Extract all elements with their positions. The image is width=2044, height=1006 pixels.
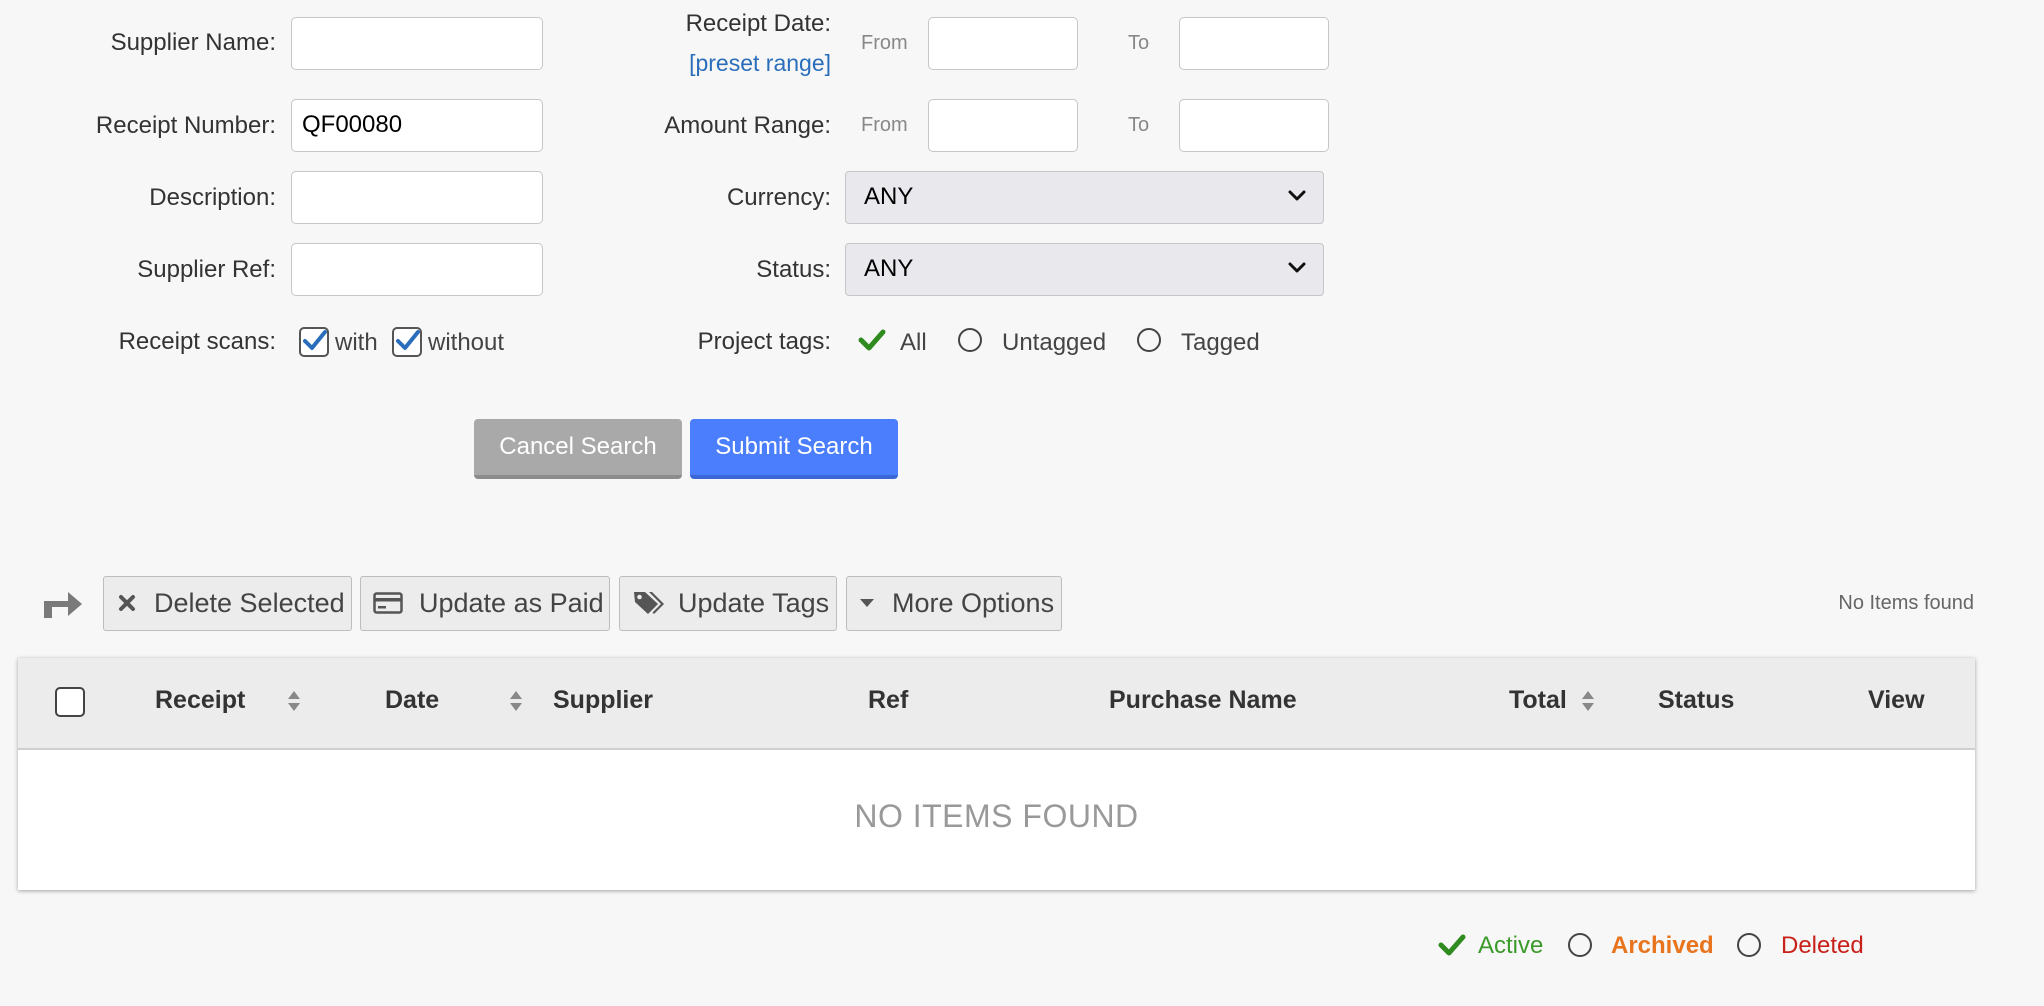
currency-label: Currency: — [726, 184, 831, 211]
status-selected-value: ANY — [864, 255, 914, 282]
column-header-receipt[interactable]: Receipt — [155, 686, 245, 715]
project-tags-tagged-radio[interactable] — [1137, 328, 1161, 352]
project-tags-untagged-radio[interactable] — [958, 328, 982, 352]
amount-range-label: Amount Range: — [664, 112, 831, 139]
supplier-ref-label: Supplier Ref: — [137, 256, 276, 283]
checkmark-icon — [303, 330, 327, 350]
column-header-status: Status — [1658, 686, 1735, 714]
receipt-scans-label: Receipt scans: — [118, 328, 276, 355]
chevron-down-icon — [1288, 190, 1306, 201]
amount-from-hint: From — [861, 114, 908, 136]
delete-selected-label: Delete Selected — [154, 588, 345, 618]
more-options-button[interactable]: More Options — [846, 576, 1062, 631]
receipt-date-to-hint: To — [1128, 32, 1150, 54]
tags-icon — [634, 592, 664, 614]
column-header-supplier: Supplier — [553, 686, 654, 714]
checkmark-icon — [396, 330, 420, 350]
status-label: Status: — [756, 256, 831, 283]
supplier-name-input[interactable] — [291, 17, 543, 70]
column-header-view: View — [1868, 686, 1925, 714]
receipt-date-from-hint: From — [861, 32, 908, 54]
currency-select[interactable]: ANY — [845, 171, 1324, 224]
update-as-paid-label: Update as Paid — [419, 588, 604, 618]
legend-deleted-label[interactable]: Deleted — [1781, 932, 1864, 960]
amount-to-input[interactable] — [1179, 99, 1329, 152]
update-tags-label: Update Tags — [678, 588, 830, 618]
update-tags-button[interactable]: Update Tags — [619, 576, 837, 631]
chevron-down-icon — [1288, 262, 1306, 273]
description-label: Description: — [149, 184, 276, 211]
legend-deleted-radio[interactable] — [1737, 933, 1761, 957]
description-input[interactable] — [291, 171, 543, 224]
receipt-scans-without-checkbox[interactable] — [392, 327, 422, 357]
preset-range-link[interactable]: [preset range] — [689, 50, 831, 77]
receipt-number-input[interactable]: QF00080 — [291, 99, 543, 152]
sort-icon[interactable] — [509, 690, 523, 712]
legend-active-label[interactable]: Active — [1478, 932, 1543, 960]
supplier-name-label: Supplier Name: — [110, 29, 276, 56]
sort-icon[interactable] — [287, 690, 301, 712]
credit-card-icon — [373, 592, 403, 614]
amount-to-hint: To — [1128, 114, 1150, 136]
delete-selected-button[interactable]: Delete Selected — [103, 576, 352, 631]
receipt-scans-without-label: without — [428, 329, 505, 356]
table-header: Receipt Date Supplier Ref Purchase Name … — [18, 658, 1975, 750]
column-header-purchase-name: Purchase Name — [1109, 686, 1297, 714]
caret-down-icon — [860, 599, 874, 607]
bulk-action-arrow-icon — [44, 592, 82, 618]
close-icon — [119, 595, 135, 611]
receipt-date-label: Receipt Date: — [685, 10, 831, 37]
empty-table-message: NO ITEMS FOUND — [854, 798, 1139, 834]
currency-selected-value: ANY — [864, 183, 914, 210]
project-tags-tagged-label: Tagged — [1181, 329, 1260, 356]
update-as-paid-button[interactable]: Update as Paid — [360, 576, 610, 631]
receipt-number-label: Receipt Number: — [95, 112, 276, 139]
project-tags-label: Project tags: — [697, 328, 831, 355]
more-options-label: More Options — [892, 588, 1055, 618]
project-tags-all-check-icon[interactable] — [858, 328, 886, 352]
project-tags-untagged-label: Untagged — [1002, 329, 1107, 356]
active-check-icon[interactable] — [1438, 933, 1466, 957]
select-all-checkbox[interactable] — [55, 687, 85, 717]
column-header-ref: Ref — [868, 686, 909, 714]
project-tags-all-label: All — [900, 329, 927, 356]
legend-archived-radio[interactable] — [1568, 933, 1592, 957]
status-select[interactable]: ANY — [845, 243, 1324, 296]
receipt-date-from-input[interactable] — [928, 17, 1078, 70]
cancel-search-button[interactable]: Cancel Search — [474, 419, 682, 479]
items-found-status: No Items found — [1838, 592, 1974, 614]
legend-archived-label[interactable]: Archived — [1611, 932, 1714, 960]
results-table: Receipt Date Supplier Ref Purchase Name … — [18, 658, 1975, 890]
receipt-scans-with-checkbox[interactable] — [299, 327, 329, 357]
supplier-ref-input[interactable] — [291, 243, 543, 296]
receipt-scans-with-label: with — [335, 329, 378, 356]
column-header-date[interactable]: Date — [385, 686, 439, 715]
amount-from-input[interactable] — [928, 99, 1078, 152]
submit-search-button[interactable]: Submit Search — [690, 419, 898, 479]
receipt-date-to-input[interactable] — [1179, 17, 1329, 70]
sort-icon[interactable] — [1581, 690, 1595, 712]
column-header-total[interactable]: Total — [1509, 686, 1567, 715]
